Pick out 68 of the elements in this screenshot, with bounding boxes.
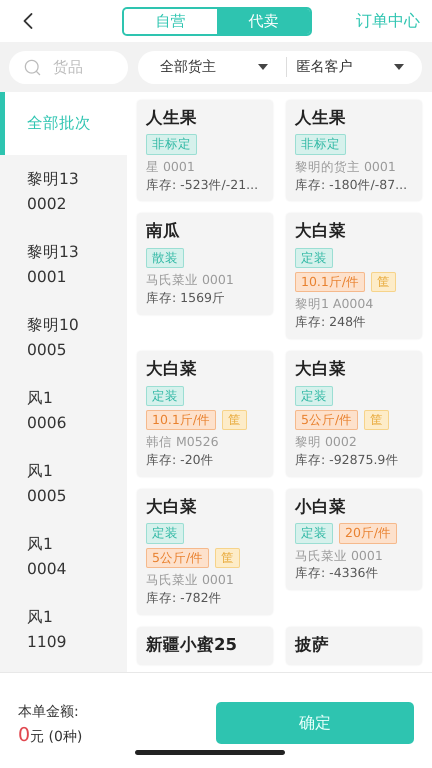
stock-text: 库存: -523件/-21...: [146, 176, 260, 194]
owner-text: 韩信 M0526: [146, 434, 220, 451]
owner-text: 星 0001: [146, 158, 196, 176]
product-card[interactable]: 小白菜 定装 20斤/件 马氏菜业 0001 库存: -4336件: [286, 488, 422, 590]
product-tag: 定装: [295, 386, 333, 406]
product-name: 大白菜: [146, 496, 198, 518]
product-tag: 筐: [215, 548, 240, 568]
product-tag: 散装: [146, 248, 184, 268]
product-tag: 非标定: [295, 134, 346, 155]
product-tag: 10.1斤/件: [295, 272, 366, 292]
stock-text: 库存: -180件/-87...: [295, 176, 408, 194]
product-card[interactable]: 大白菜 定装 5公斤/件 筐 马氏菜业 0001 库存: -782件: [137, 488, 273, 614]
product-tag: 定装: [295, 248, 333, 268]
product-card[interactable]: 人生果 非标定 星 0001 库存: -523件/-21...: [137, 100, 273, 202]
product-name: 大白菜: [295, 358, 347, 380]
product-tag: 定装: [146, 523, 184, 544]
product-card[interactable]: 南瓜 散装 马氏菜业 0001 库存: 1569斤: [137, 213, 273, 315]
stock-text: 库存: -4336件: [295, 565, 380, 582]
product-tag: 5公斤/件: [146, 548, 210, 568]
owner-text: 黎明1 A0004: [295, 296, 374, 314]
product-tag: 定装: [295, 523, 333, 544]
amount-value: 0元 (0种): [18, 724, 82, 746]
stock-text: 库存: 248件: [295, 314, 368, 332]
product-card[interactable]: 大白菜 定装 10.1斤/件 筐 韩信 M0526 库存: -20件: [137, 351, 273, 477]
product-name: 人生果: [295, 107, 347, 128]
product-tag: 定装: [146, 386, 184, 406]
product-name: 新疆小蜜25: [146, 634, 238, 655]
owner-text: 黎明 0002: [295, 434, 358, 451]
batch-item[interactable]: 黎明10 0005: [0, 301, 127, 374]
owner-text: 黎明的货主 0001: [295, 158, 397, 176]
product-name: 大白菜: [295, 220, 347, 242]
product-tag: 10.1斤/件: [146, 410, 216, 430]
batch-item[interactable]: 风1 0004: [0, 520, 127, 593]
batch-item[interactable]: 黎明13 0002: [0, 155, 127, 228]
product-name: 小白菜: [295, 496, 347, 518]
owner-text: 马氏菜业 0001: [146, 572, 235, 589]
product-tag: 筐: [371, 272, 396, 292]
stock-text: 库存: -20件: [146, 452, 215, 469]
batch-item[interactable]: 风1 0005: [0, 447, 127, 520]
stock-text: 库存: -92875.9件: [295, 452, 400, 469]
product-name: 披萨: [295, 634, 330, 655]
product-tag: 筐: [222, 410, 248, 430]
product-card[interactable]: 新疆小蜜25: [137, 626, 273, 665]
search-icon: [23, 58, 42, 76]
owner-text: 马氏菜业 0001: [295, 548, 384, 564]
batch-item[interactable]: 风1 0006: [0, 374, 127, 447]
stock-text: 库存: -782件: [146, 590, 223, 606]
stock-text: 库存: 1569斤: [146, 290, 226, 307]
product-tag: 筐: [364, 410, 390, 430]
product-card[interactable]: 人生果 非标定 黎明的货主 0001 库存: -180件/-87...: [286, 100, 422, 202]
product-name: 人生果: [146, 107, 198, 128]
product-tag: 20斤/件: [339, 523, 398, 544]
product-tag: 非标定: [146, 134, 197, 155]
search-field[interactable]: 货品: [9, 50, 128, 84]
amount-label: 本单金额:: [18, 703, 80, 721]
caret-icon: [258, 64, 268, 70]
filter-dropdown[interactable]: 全部货主: [138, 50, 286, 84]
batch-item[interactable]: 黎明13 0001: [0, 228, 127, 301]
product-tag: 5公斤/件: [295, 410, 358, 430]
product-card[interactable]: 大白菜 定装 10.1斤/件 筐 黎明1 A0004 库存: 248件: [286, 213, 422, 340]
product-name: 大白菜: [146, 358, 198, 380]
filter-dropdown[interactable]: 匿名客户: [286, 57, 422, 77]
batch-item[interactable]: 风1 1109: [0, 593, 127, 666]
product-card[interactable]: 大白菜 定装 5公斤/件 筐 黎明 0002 库存: -92875.9件: [286, 351, 422, 477]
caret-icon: [394, 64, 404, 70]
product-card[interactable]: 披萨: [286, 626, 422, 665]
owner-text: 马氏菜业 0001: [146, 272, 235, 289]
product-name: 南瓜: [146, 220, 181, 242]
